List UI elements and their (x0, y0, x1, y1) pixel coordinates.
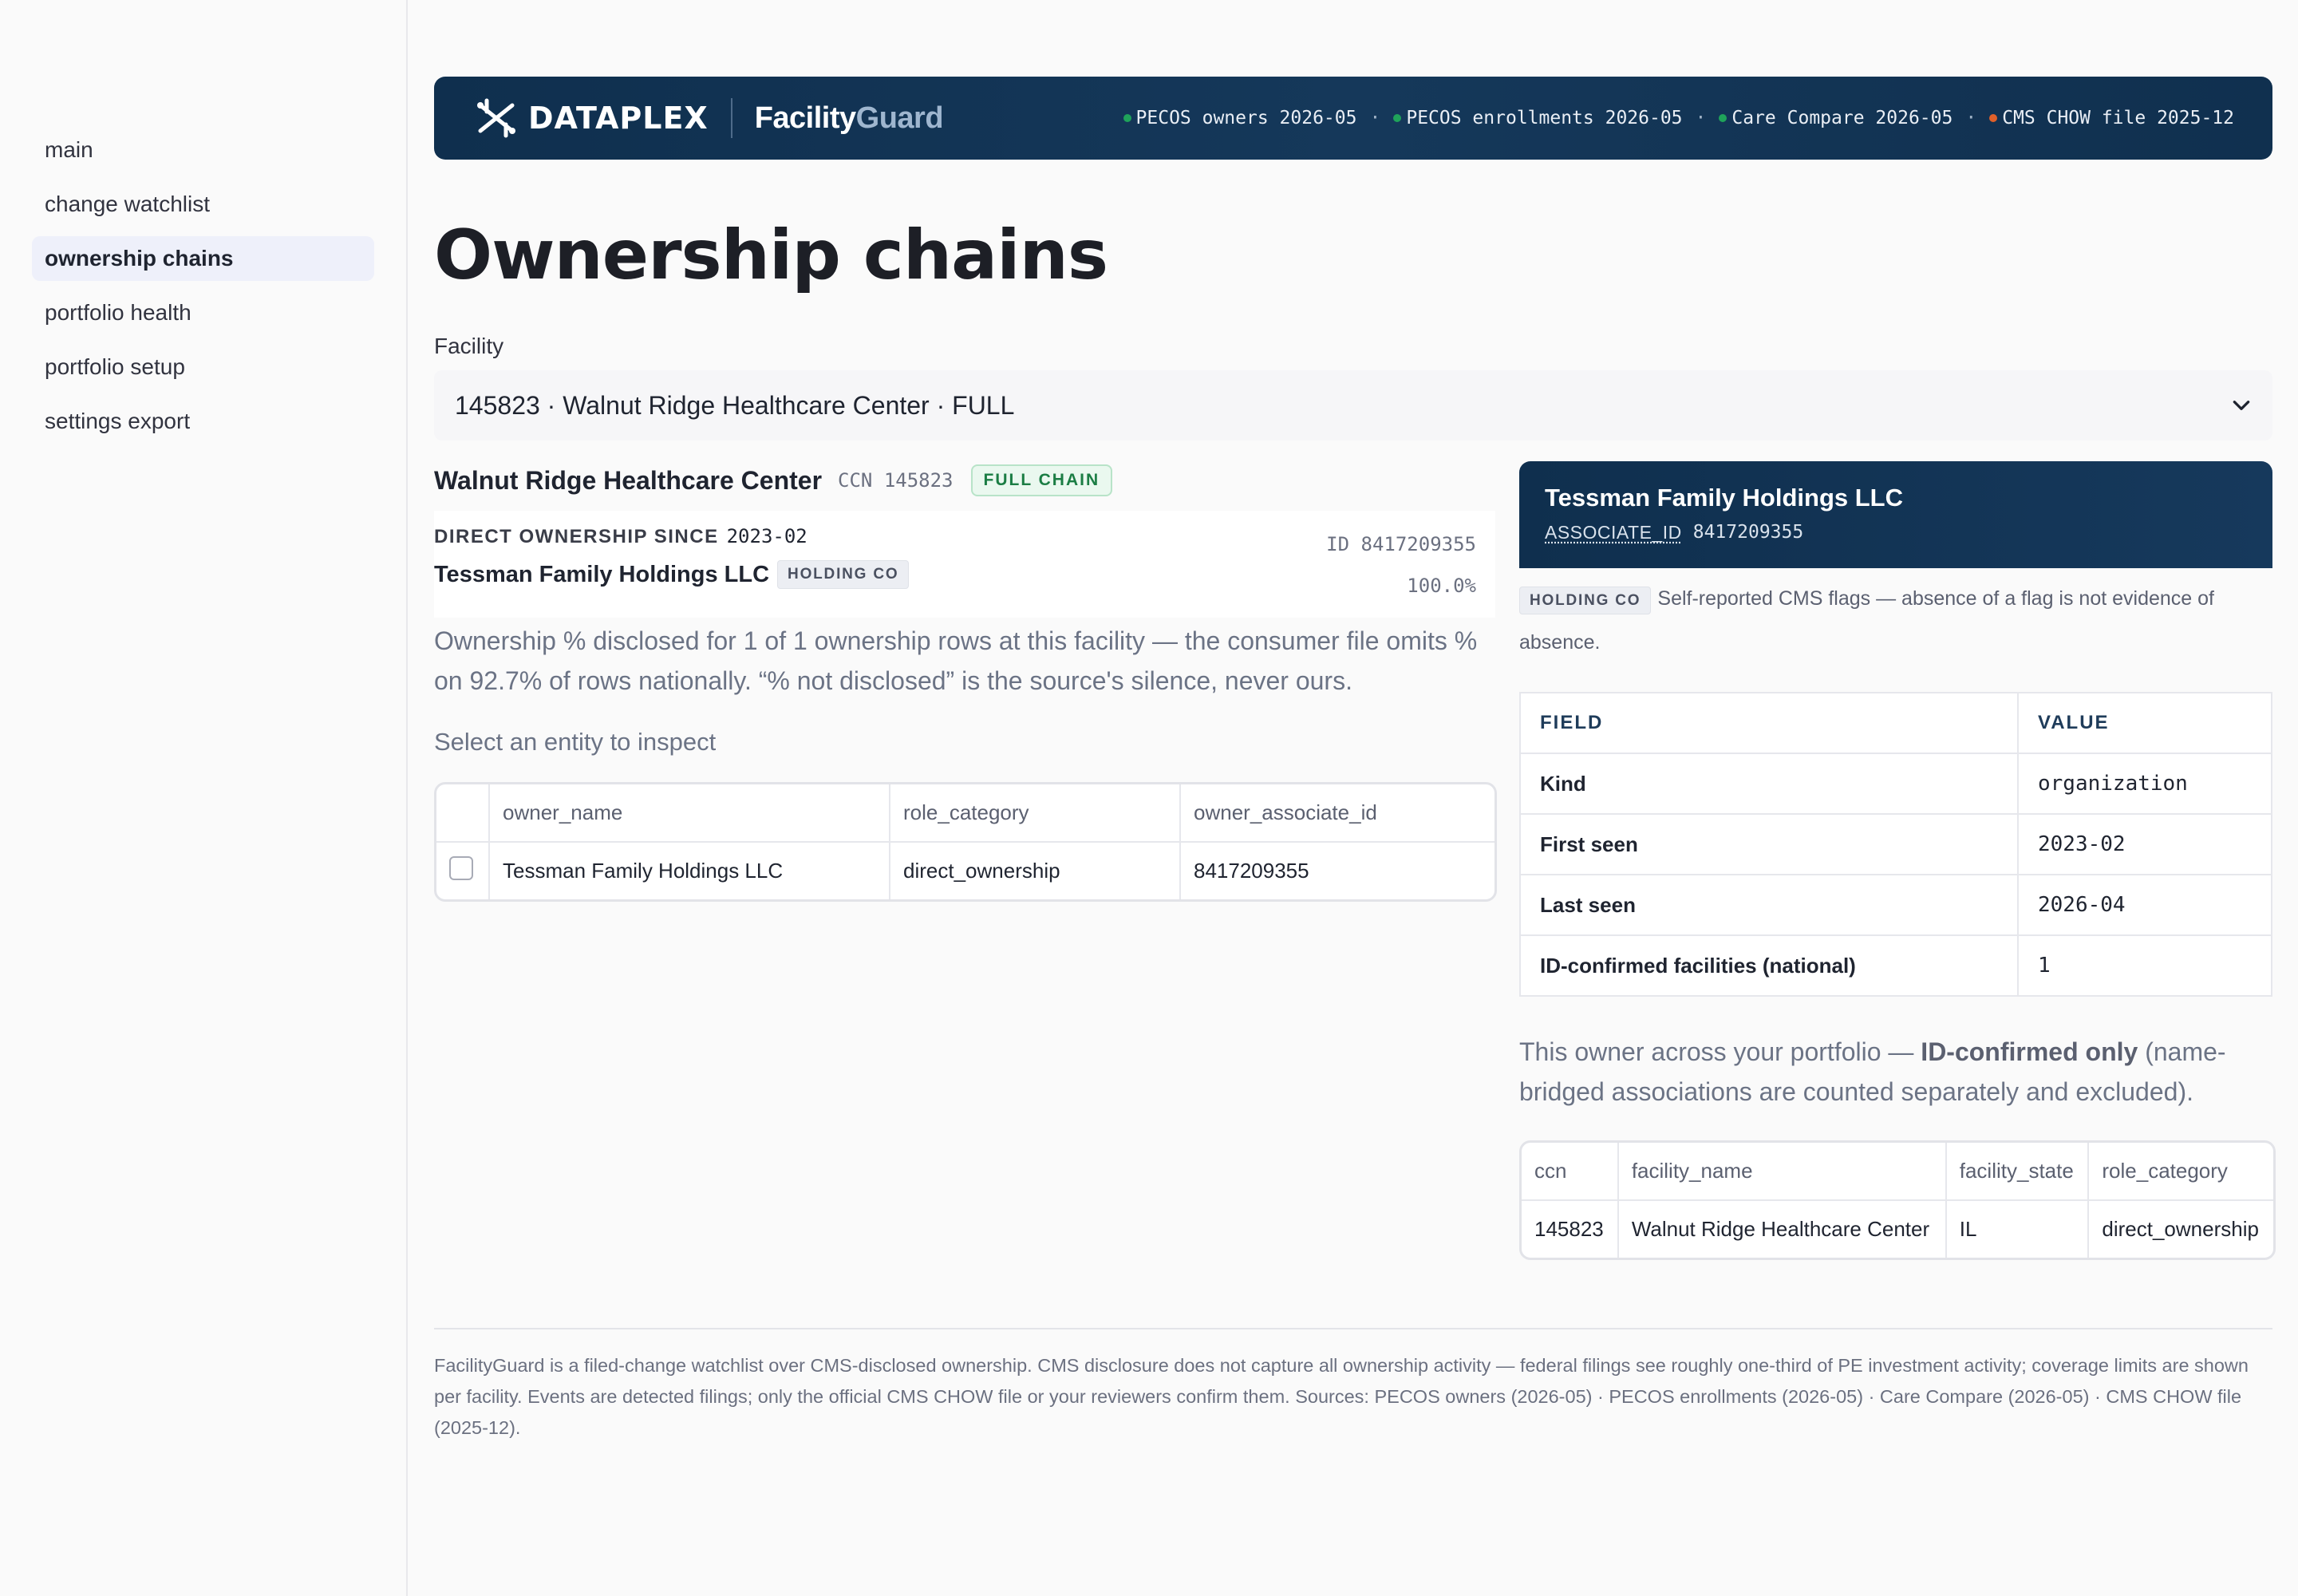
sidebar-item-settings-export[interactable]: settings export (32, 399, 374, 444)
facility-name: Walnut Ridge Healthcare Center (434, 465, 823, 495)
column-header[interactable]: role_category (890, 784, 1181, 843)
table-row: First seen 2023-02 (1519, 813, 2272, 875)
product-name: FacilityGuard (754, 101, 944, 135)
column-header[interactable]: facility_name (1617, 1143, 1947, 1201)
facility-ccn: CCN 145823 (838, 469, 954, 492)
brand: DATAPLEX FacilityGuard (472, 94, 944, 142)
source-status: PECOS enrollments 2026-05 (1393, 108, 1683, 128)
footer-disclaimer: FacilityGuard is a filed-change watchlis… (434, 1328, 2272, 1444)
owner-id: ID 8417209355 (1326, 533, 1476, 555)
entity-header: Tessman Family Holdings LLC ASSOCIATE_ID… (1519, 461, 2272, 568)
sidebar: main change watchlist ownership chains p… (0, 0, 408, 1596)
row-select-checkbox[interactable] (449, 856, 473, 880)
ownership-since: DIRECT OWNERSHIP SINCE 2023-02 (434, 525, 807, 547)
column-header[interactable]: role_category (2088, 1143, 2273, 1201)
table-cell: 8417209355 (1194, 859, 1309, 883)
dataplex-logo-icon (477, 98, 515, 138)
select-column-header (436, 784, 490, 843)
top-banner: DATAPLEX FacilityGuard PECOS owners 2026… (434, 77, 2272, 160)
column-header: VALUE (2017, 692, 2272, 754)
owners-table: owner_name role_category owner_associate… (434, 782, 1497, 902)
chain-status-badge: FULL CHAIN (970, 464, 1113, 496)
table-cell: IL (1945, 1200, 2090, 1258)
source-status: CMS CHOW file 2025-12 (1989, 108, 2234, 128)
ownership-card: DIRECT OWNERSHIP SINCE 2023-02 Tessman Fa… (434, 511, 1495, 618)
table-row: Last seen 2026-04 (1519, 874, 2272, 936)
select-entity-hint: Select an entity to inspect (434, 728, 717, 756)
portfolio-table: ccn facility_name facility_state role_ca… (1519, 1140, 2276, 1260)
table-cell: 145823 (1522, 1200, 1619, 1258)
column-header[interactable]: owner_name (489, 784, 890, 843)
facility-panel: Walnut Ridge Healthcare Center CCN 14582… (434, 463, 1497, 902)
entity-panel: Tessman Family Holdings LLC ASSOCIATE_ID… (1519, 461, 2276, 1260)
sidebar-item-ownership-chains[interactable]: ownership chains (32, 236, 374, 281)
table-row: ID-confirmed facilities (national) 1 (1519, 934, 2272, 997)
status-dot-icon (1393, 114, 1402, 122)
table-row[interactable]: 145823 Walnut Ridge Healthcare Center IL… (1522, 1200, 2273, 1258)
portfolio-note: This owner across your portfolio — ID-co… (1519, 1037, 2226, 1106)
sidebar-item-main[interactable]: main (32, 128, 374, 172)
column-header[interactable]: ccn (1522, 1143, 1619, 1201)
column-header[interactable]: facility_state (1945, 1143, 2090, 1201)
source-status: PECOS owners 2026-05 (1123, 108, 1356, 128)
kind-badge: HOLDING CO (777, 560, 910, 589)
sidebar-item-portfolio-health[interactable]: portfolio health (32, 290, 374, 335)
sidebar-item-portfolio-setup[interactable]: portfolio setup (32, 345, 374, 389)
source-status-list: PECOS owners 2026-05 · PECOS enrollments… (1123, 108, 2234, 128)
flag-note: HOLDING CO Self-reported CMS flags — abse… (1519, 587, 2214, 654)
facility-label: Facility (434, 334, 504, 358)
owner-name: Tessman Family Holdings LLC HOLDING CO (434, 560, 910, 589)
kind-badge: HOLDING CO (1519, 587, 1652, 614)
entity-id: ASSOCIATE_ID 8417209355 (1545, 522, 1804, 543)
status-dot-icon (1989, 114, 1998, 122)
facility-select[interactable]: 145823 · Walnut Ridge Healthcare Center … (434, 370, 2272, 440)
page-title: Ownership chains (434, 215, 1108, 295)
table-row: Kind organization (1519, 753, 2272, 815)
column-header[interactable]: owner_associate_id (1180, 784, 1494, 843)
table-cell: direct_ownership (890, 842, 1181, 899)
facility-header: Walnut Ridge Healthcare Center CCN 14582… (434, 463, 1495, 498)
column-header: FIELD (1519, 692, 2019, 754)
facility-select-value: 145823 · Walnut Ridge Healthcare Center … (455, 390, 1015, 420)
chevron-down-icon (2233, 401, 2250, 410)
sidebar-item-change-watchlist[interactable]: change watchlist (32, 182, 374, 227)
entity-fields-table: FIELD VALUE Kind organization First seen 2… (1519, 692, 2272, 997)
disclosure-note: Ownership % disclosed for 1 of 1 ownersh… (434, 626, 1478, 695)
table-cell: Tessman Family Holdings LLC (489, 842, 890, 899)
status-dot-icon (1123, 114, 1131, 122)
entity-name: Tessman Family Holdings LLC (1545, 484, 1904, 512)
table-row[interactable]: Tessman Family Holdings LLC direct_owner… (436, 842, 1494, 899)
table-cell: direct_ownership (2102, 1217, 2259, 1241)
brand-name: DATAPLEX (528, 101, 709, 136)
status-dot-icon (1719, 114, 1727, 122)
source-status: Care Compare 2026-05 (1719, 108, 1953, 128)
ownership-percent: 100.0% (1407, 575, 1476, 597)
table-cell: Walnut Ridge Healthcare Center (1617, 1200, 1947, 1258)
brand-divider (730, 98, 732, 138)
